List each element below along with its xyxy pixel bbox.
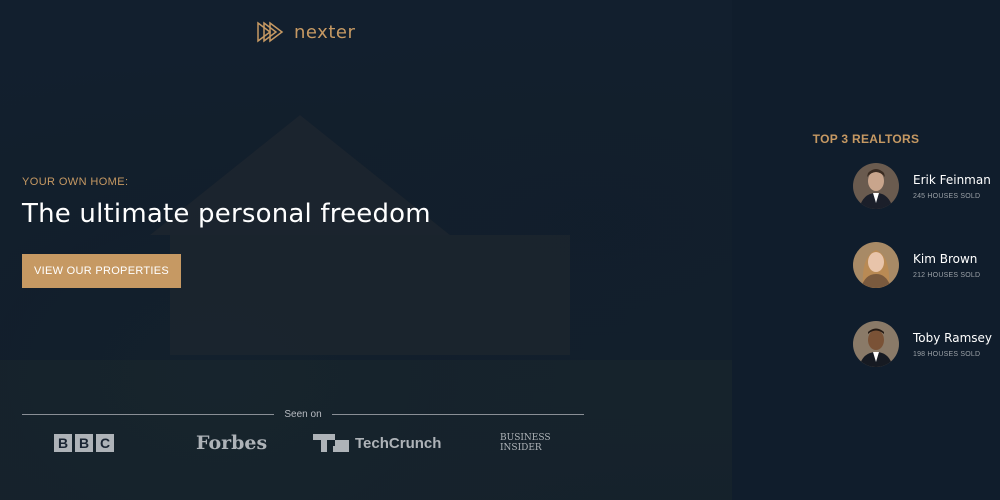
realtor-name: Toby Ramsey — [913, 330, 993, 345]
avatar — [853, 242, 899, 288]
realtors-title: TOP 3 REALTORS — [812, 132, 920, 146]
business-insider-line-1: BUSINESS — [500, 433, 551, 443]
business-insider-line-2: INSIDER — [500, 443, 542, 453]
techcrunch-mark-icon — [313, 434, 349, 452]
realtor-houses-sold: 212 HOUSES SOLD — [913, 271, 981, 279]
realtor-houses-sold: 198 HOUSES SOLD — [913, 350, 981, 358]
avatar — [853, 321, 899, 367]
techcrunch-logo: TechCrunch — [313, 430, 441, 456]
realtor-item[interactable]: Erik Feinman 245 HOUSES SOLD — [853, 163, 991, 209]
realtor-houses-sold: 245 HOUSES SOLD — [913, 192, 981, 200]
brand-logo[interactable]: nexter — [256, 20, 355, 44]
hero-headline: The ultimate personal freedom — [22, 199, 431, 229]
play-triangles-icon — [257, 21, 284, 43]
hero-section: nexter YOUR OWN HOME: The ultimate perso… — [0, 0, 732, 500]
divider-line-left — [22, 413, 275, 415]
seen-on-label: Seen on — [284, 408, 322, 420]
realtor-item[interactable]: Toby Ramsey 198 HOUSES SOLD — [853, 321, 992, 367]
business-insider-logo: BUSINESS INSIDER — [500, 430, 551, 456]
bbc-letter: C — [96, 434, 114, 452]
seen-on-divider: Seen on — [22, 406, 585, 422]
realtors-panel: TOP 3 REALTORS Erik Feinman 245 HOUSES S… — [732, 0, 1000, 500]
bbc-logo: B B C — [54, 430, 114, 456]
brand-name: nexter — [294, 21, 356, 43]
realtor-name: Erik Feinman — [913, 172, 991, 187]
bbc-letter: B — [75, 434, 93, 452]
divider-line-right — [331, 413, 585, 415]
avatar — [853, 163, 899, 209]
techcrunch-wordmark: TechCrunch — [355, 434, 442, 452]
realtor-name: Kim Brown — [913, 251, 978, 266]
realtor-item[interactable]: Kim Brown 212 HOUSES SOLD — [853, 242, 980, 288]
hero-kicker: YOUR OWN HOME: — [22, 176, 129, 188]
bbc-letter: B — [54, 434, 72, 452]
view-properties-button[interactable]: VIEW OUR PROPERTIES — [22, 254, 181, 288]
forbes-logo: Forbes — [196, 432, 268, 454]
house-photo-body — [170, 235, 570, 355]
